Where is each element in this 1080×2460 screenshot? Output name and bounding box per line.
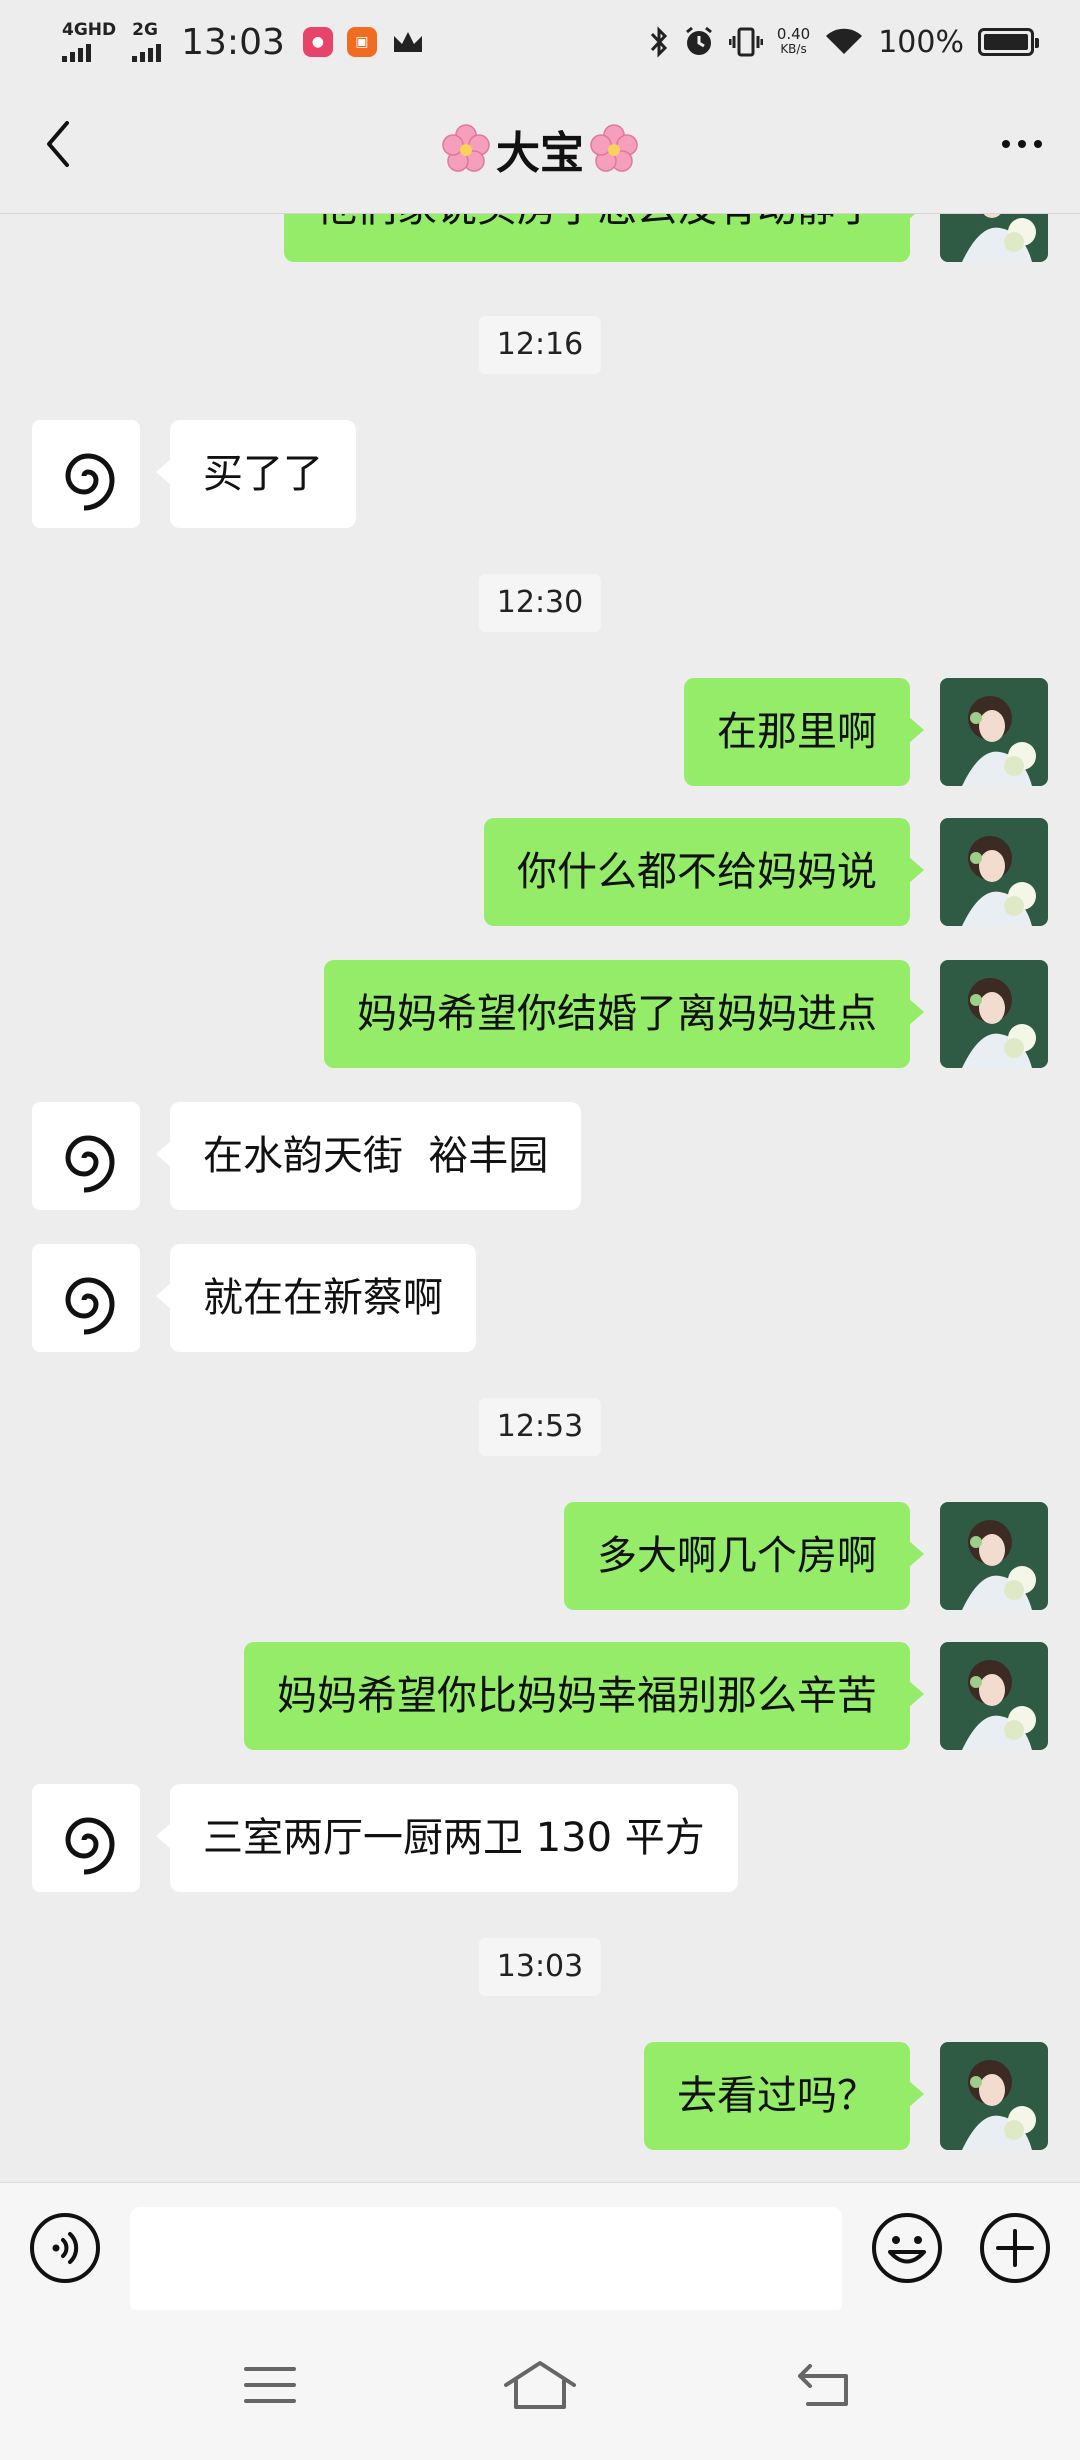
status-time: 13:03 [181, 21, 285, 63]
signal-bars-icon [62, 42, 91, 62]
app-notification-icon: ▣ [346, 27, 377, 57]
outgoing-bubble[interactable]: 你什么都不给妈妈说 [484, 818, 924, 926]
more-options-button[interactable] [992, 114, 1052, 174]
nav-back-button[interactable] [784, 2350, 864, 2420]
incoming-bubble[interactable]: 就在在新蔡啊 [156, 1244, 476, 1352]
spiral-avatar-icon [65, 1277, 115, 1335]
contact-avatar[interactable] [32, 1244, 140, 1352]
spiral-avatar-icon [65, 1135, 115, 1193]
outgoing-bubble[interactable]: 妈妈希望你比妈妈幸福别那么辛苦 [244, 1642, 924, 1750]
network-secondary-label: 2G [132, 20, 158, 40]
timestamp: 12:30 [478, 574, 602, 632]
my-avatar[interactable] [940, 960, 1048, 1068]
wifi-icon [826, 28, 863, 54]
my-avatar[interactable] [940, 1642, 1048, 1750]
outgoing-bubble[interactable]: 他们家说买房子怎么没有动静了 [284, 214, 924, 262]
status-bar: 4GHD 2G 13:03 ● ▣ 0.40 KB/s 100% [0, 0, 1080, 84]
chat-header: 大宝 [0, 84, 1080, 214]
cherry-blossom-icon [590, 124, 638, 172]
contact-avatar[interactable] [32, 1784, 140, 1892]
network-primary-label: 4GHD [62, 20, 117, 40]
timestamp: 13:03 [478, 1938, 602, 1996]
speed-value: 0.40 [776, 25, 811, 43]
my-avatar[interactable] [940, 2042, 1048, 2150]
my-avatar[interactable] [940, 1502, 1048, 1610]
my-avatar[interactable] [940, 678, 1048, 786]
contact-avatar[interactable] [32, 420, 140, 528]
incoming-bubble[interactable]: 买了了 [156, 420, 356, 528]
app-notification-icon: ● [302, 27, 333, 57]
my-avatar[interactable] [940, 818, 1048, 926]
message-input[interactable] [130, 2207, 842, 2313]
input-bar [0, 2182, 1080, 2313]
signal-2g: 2G [132, 20, 162, 62]
timestamp: 12:53 [478, 1398, 602, 1456]
crown-icon [393, 32, 422, 52]
spiral-avatar-icon [65, 453, 115, 511]
voice-icon [30, 2213, 100, 2283]
chat-title: 大宝 [0, 84, 1080, 214]
system-nav-bar [0, 2310, 1080, 2460]
bluetooth-icon [650, 26, 667, 58]
vibrate-icon [728, 27, 763, 57]
menu-icon [244, 2367, 296, 2403]
network-speed: 0.40 KB/s [777, 27, 810, 57]
emoji-icon [872, 2213, 942, 2283]
outgoing-bubble[interactable]: 多大啊几个房啊 [564, 1502, 924, 1610]
home-button[interactable] [500, 2350, 580, 2420]
alarm-icon [685, 26, 712, 55]
plus-icon [980, 2213, 1050, 2283]
cherry-blossom-icon [442, 124, 490, 172]
signal-4g: 4GHD [62, 22, 116, 62]
incoming-bubble[interactable]: 在水韵天街 裕丰园 [155, 1102, 582, 1210]
battery-percent: 100% [878, 24, 964, 60]
timestamp: 12:16 [478, 316, 602, 374]
message-list[interactable]: 他们家说买房子怎么没有动静了 12:16 买了了 12:30 在那里啊 你什么都… [0, 214, 1080, 2182]
more-dots-icon [1002, 140, 1010, 148]
speed-unit: KB/s [780, 42, 807, 56]
back-icon [798, 2364, 848, 2406]
contact-name: 大宝 [496, 128, 584, 179]
more-functions-button[interactable] [978, 2211, 1052, 2285]
incoming-bubble[interactable]: 三室两厅一厨两卫 130 平方 [156, 1784, 738, 1892]
contact-avatar[interactable] [32, 1102, 140, 1210]
signal-bars-icon [132, 42, 162, 62]
outgoing-bubble[interactable]: 去看过吗？ [644, 2042, 924, 2150]
my-avatar[interactable] [940, 214, 1048, 262]
outgoing-bubble[interactable]: 妈妈希望你结婚了离妈妈进点 [324, 960, 924, 1068]
emoji-button[interactable] [870, 2211, 944, 2285]
outgoing-bubble[interactable]: 在那里啊 [684, 678, 924, 786]
voice-button[interactable] [28, 2211, 102, 2285]
spiral-avatar-icon [65, 1817, 115, 1875]
menu-button[interactable] [230, 2350, 310, 2420]
battery-icon [978, 28, 1039, 56]
home-icon [504, 2361, 576, 2409]
